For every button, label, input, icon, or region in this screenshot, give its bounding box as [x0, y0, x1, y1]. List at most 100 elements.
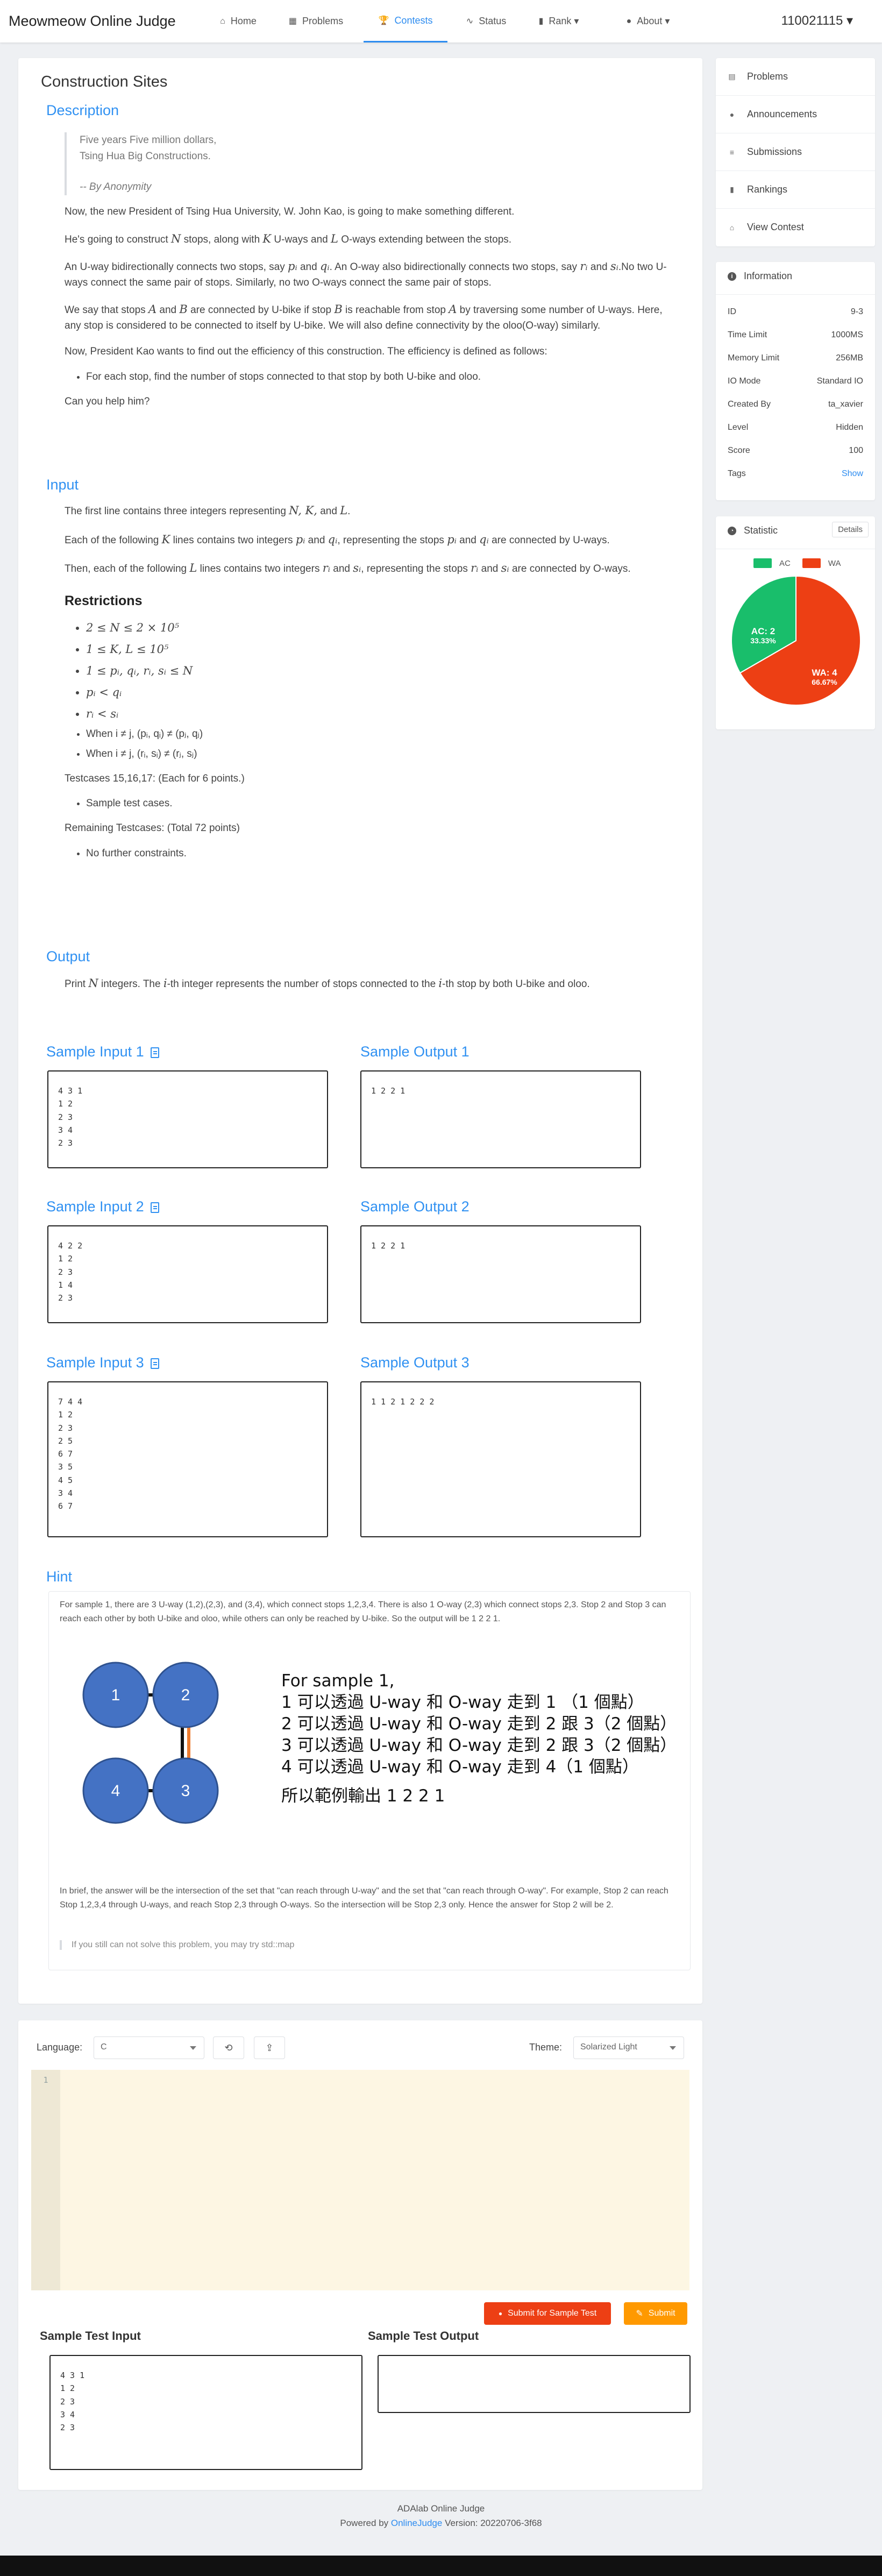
description-paragraph: Now, President Kao wants to find out the…: [65, 346, 547, 357]
sample-input-2-title: Sample Input 2: [46, 1198, 159, 1215]
copy-icon[interactable]: [150, 1047, 159, 1058]
trophy-icon: 🏆: [378, 16, 389, 25]
statistic-panel: ◔ Statistic Details AC WA AC: 2 33.33% WA…: [716, 516, 875, 729]
info-row: Time Limit 1000MS: [728, 330, 863, 339]
sample-input-1-title: Sample Input 1: [46, 1044, 159, 1060]
menu-rankings[interactable]: ▮ Rankings: [728, 184, 787, 195]
legend-ac-label: AC: [779, 558, 791, 568]
sample-output-3[interactable]: 1 1 2 1 2 2 2: [360, 1381, 641, 1537]
description-paragraph: Now, the new President of Tsing Hua Univ…: [65, 206, 515, 217]
language-select[interactable]: C: [94, 2036, 204, 2059]
home-icon: ⌂: [729, 223, 735, 232]
sample-input-1[interactable]: 4 3 1 1 2 2 3 3 4 2 3: [47, 1070, 328, 1168]
legend-ac-swatch: [753, 558, 772, 568]
line-number: 1: [31, 2070, 60, 2290]
node-label: 1: [111, 1686, 120, 1704]
submit-button[interactable]: ✎ Submit: [624, 2302, 687, 2325]
nav-contests-label: Contests: [394, 15, 433, 26]
chart-legend[interactable]: AC WA: [753, 558, 841, 568]
hint-quote: If you still can not solve this problem,…: [60, 1940, 294, 1950]
description-paragraph: An U-way bidirectionally connects two st…: [65, 260, 667, 288]
code-submit-card: Language: C ⟲ ⇪ Theme: Solarized Light 1…: [18, 2020, 702, 2490]
copy-icon[interactable]: [150, 1202, 159, 1213]
restriction-item: pᵢ < qᵢ: [86, 682, 678, 704]
problem-title: Construction Sites: [41, 73, 168, 90]
hint-paragraph: For sample 1, there are 3 U-way (1,2),(2…: [60, 1600, 666, 1624]
sample-output-1[interactable]: 1 2 2 1: [360, 1070, 641, 1168]
sample-test-input[interactable]: 4 3 1 1 2 2 3 3 4 2 3: [49, 2355, 362, 2470]
input-paragraph: The first line contains three integers r…: [65, 504, 351, 517]
onlinejudge-link[interactable]: OnlineJudge: [391, 2518, 442, 2528]
chat-icon: ●: [729, 110, 735, 119]
nav-status-label: Status: [479, 16, 507, 26]
nav-rank[interactable]: ▮ Rank ▾: [525, 0, 592, 42]
nav-status[interactable]: ∿ Status: [456, 0, 516, 42]
testcase-bullet: No further constraints.: [86, 844, 678, 863]
testcase-group: Remaining Testcases: (Total 72 points): [65, 822, 240, 834]
menu-announcements[interactable]: ● Announcements: [728, 109, 817, 120]
info-icon: ●: [626, 17, 632, 26]
code-editor[interactable]: 1: [31, 2070, 689, 2290]
description-bullet: For each stop, find the number of stops …: [86, 367, 678, 387]
sample-output-2[interactable]: 1 2 2 1: [360, 1225, 641, 1323]
restrictions-heading: Restrictions: [65, 593, 143, 608]
pie-ac-percent: 33.33%: [750, 636, 776, 645]
quote-line-1: Five years Five million dollars,: [80, 134, 217, 146]
quote-line-2: Tsing Hua Big Constructions.: [80, 151, 211, 162]
menu-submissions[interactable]: ≡ Submissions: [728, 146, 802, 158]
reset-icon[interactable]: ⟲: [213, 2036, 244, 2059]
input-paragraph: Then, each of the following L lines cont…: [65, 562, 631, 574]
information-panel: i Information ID 9-3 Time Limit 1000MS Memo…: [716, 262, 875, 500]
show-tags-link[interactable]: Show: [842, 469, 863, 479]
brand-logo[interactable]: Meowmeow Online Judge: [9, 13, 176, 30]
description-quote: Five years Five million dollars, Tsing H…: [65, 132, 217, 196]
nav-rank-label: Rank ▾: [549, 16, 579, 26]
nav-problems[interactable]: ▦ Problems: [277, 0, 355, 42]
top-navbar: Meowmeow Online Judge ⌂ Home ▦ Problems …: [0, 0, 882, 42]
ac-wa-pie-chart: AC: 2 33.33% WA: 4 66.67%: [731, 575, 861, 706]
nav-about[interactable]: ● About ▾: [613, 0, 683, 42]
quote-author: -- By Anonymity: [80, 181, 152, 193]
menu-problems[interactable]: ▤ Problems: [728, 71, 788, 82]
info-row: ID 9-3: [728, 307, 863, 316]
info-row: Score 100: [728, 446, 863, 455]
sample-input-2[interactable]: 4 2 2 1 2 2 3 1 4 2 3: [47, 1225, 328, 1323]
list-icon: ▤: [728, 72, 736, 81]
hint-paragraph: In brief, the answer will be the interse…: [60, 1886, 668, 1910]
sample-test-output[interactable]: [378, 2355, 691, 2413]
theme-label: Theme:: [529, 2042, 563, 2053]
theme-select[interactable]: Solarized Light: [573, 2036, 684, 2059]
footer-powered: Powered by OnlineJudge Version: 20220706…: [340, 2518, 542, 2529]
testcase-bullet: Sample test cases.: [86, 794, 678, 813]
pie-ac-label: AC: 2: [751, 626, 775, 636]
contest-menu: ▤ Problems ● Announcements ≡ Submissions ▮ R…: [716, 58, 875, 246]
output-body: Print N integers. The i-th integer repre…: [65, 975, 678, 992]
output-heading: Output: [46, 948, 90, 964]
node-label: 4: [111, 1782, 120, 1800]
details-button[interactable]: Details: [832, 522, 869, 537]
menu-view-contest[interactable]: ⌂ View Contest: [728, 222, 804, 233]
hint-box: For sample 1, there are 3 U-way (1,2),(2…: [48, 1591, 691, 1970]
info-row: Level Hidden: [728, 423, 863, 432]
hint-figure: 1 2 4 3 For sample 1, 1 可以透過 U-way 和 O-w…: [82, 1662, 673, 1824]
figure-text: 4 可以透過 U-way 和 O-way 走到 4（1 個點）: [281, 1757, 639, 1777]
description-paragraph: He's going to construct N stops, along w…: [65, 232, 512, 245]
upload-icon[interactable]: ⇪: [254, 2036, 285, 2059]
pie-icon: ◔: [728, 526, 736, 535]
restriction-item: 2 ≤ N ≤ 2 × 10⁵: [86, 618, 678, 639]
user-menu[interactable]: 110021115 ▾: [781, 13, 853, 29]
circle-icon: ●: [498, 2310, 503, 2317]
sample-input-3[interactable]: 7 4 4 1 2 2 3 2 5 6 7 3 5 4 5 3 4 6 7: [47, 1381, 328, 1537]
bottom-bar: [0, 2556, 882, 2576]
footer: ADAlab Online Judge Powered by OnlineJud…: [0, 2501, 882, 2530]
nav-home-label: Home: [230, 16, 257, 26]
sample-input-3-title: Sample Input 3: [46, 1354, 159, 1371]
info-row: Memory Limit 256MB: [728, 353, 863, 363]
copy-icon[interactable]: [150, 1358, 159, 1369]
node-label: 3: [181, 1782, 190, 1800]
language-label: Language:: [37, 2042, 83, 2053]
nav-contests[interactable]: 🏆 Contests: [364, 0, 447, 42]
submit-sample-test-button[interactable]: ● Submit for Sample Test: [484, 2302, 611, 2325]
figure-result: 所以範例輸出 1 2 2 1: [281, 1786, 445, 1806]
nav-home[interactable]: ⌂ Home: [209, 0, 268, 42]
